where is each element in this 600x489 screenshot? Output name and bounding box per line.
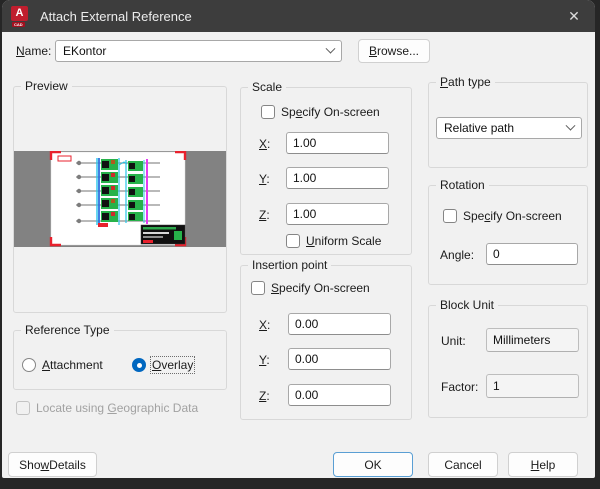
insertion-specify-row: Specify On-screen bbox=[251, 281, 370, 295]
reference-type-group-title: Reference Type bbox=[21, 323, 114, 337]
autocad-logo-icon: A CAD bbox=[11, 6, 30, 27]
attach-xref-dialog: A CAD Attach External Reference ✕ Name: … bbox=[2, 0, 595, 478]
scale-x-label: X: bbox=[259, 137, 270, 151]
overlay-radio[interactable] bbox=[132, 358, 146, 372]
preview-group: Preview bbox=[13, 86, 227, 313]
close-icon: ✕ bbox=[568, 8, 580, 25]
reference-type-group: Reference Type Attachment Overlay bbox=[13, 330, 227, 390]
name-combobox-value: EKontor bbox=[63, 44, 327, 58]
scale-x-input[interactable] bbox=[286, 132, 389, 154]
path-type-combobox[interactable]: Relative path bbox=[436, 117, 582, 139]
scale-z-label: Z: bbox=[259, 208, 270, 222]
path-type-group-title: Path type bbox=[436, 75, 495, 89]
insertion-specify-label: Specify On-screen bbox=[271, 281, 370, 295]
close-button[interactable]: ✕ bbox=[553, 0, 595, 32]
ok-button[interactable]: OK bbox=[333, 452, 413, 477]
insertion-point-group: Insertion point Specify On-screen X: Y: … bbox=[240, 265, 412, 420]
insertion-y-label: Y: bbox=[259, 353, 270, 367]
unit-label: Unit: bbox=[441, 334, 466, 348]
factor-label: Factor: bbox=[441, 380, 478, 394]
rotation-group-title: Rotation bbox=[436, 178, 489, 192]
preview-group-title: Preview bbox=[21, 79, 72, 93]
geographic-data-row: Locate using Geographic Data bbox=[16, 401, 198, 415]
scale-specify-label: Specify On-screen bbox=[281, 105, 380, 119]
name-label: Name: bbox=[16, 44, 51, 58]
unit-field bbox=[486, 328, 579, 352]
autocad-logo-cad-tag: CAD bbox=[12, 22, 25, 27]
window-title: Attach External Reference bbox=[40, 9, 192, 24]
chevron-down-icon bbox=[566, 120, 576, 130]
title-bar[interactable]: A CAD Attach External Reference ✕ bbox=[2, 0, 595, 32]
rotation-specify-checkbox[interactable] bbox=[443, 209, 457, 223]
scale-group: Scale Specify On-screen X: Y: Z: Uniform… bbox=[240, 87, 412, 255]
insertion-x-label: X: bbox=[259, 318, 270, 332]
insertion-point-group-title: Insertion point bbox=[248, 258, 331, 272]
uniform-scale-label: Uniform Scale bbox=[306, 234, 381, 248]
rotation-group: Rotation Specify On-screen Angle: bbox=[428, 185, 588, 285]
scale-specify-row: Specify On-screen bbox=[261, 105, 380, 119]
preview-image bbox=[14, 151, 226, 247]
attachment-radio-row: Attachment bbox=[22, 358, 103, 372]
name-combobox[interactable]: EKontor bbox=[55, 40, 342, 62]
chevron-down-icon bbox=[326, 43, 336, 53]
insertion-x-input[interactable] bbox=[288, 313, 391, 335]
block-unit-group: Block Unit Unit: Factor: bbox=[428, 305, 588, 418]
screen-background: A CAD Attach External Reference ✕ Name: … bbox=[0, 0, 600, 489]
autocad-logo-letter: A bbox=[11, 6, 28, 21]
scale-y-label: Y: bbox=[259, 172, 270, 186]
scale-y-input[interactable] bbox=[286, 167, 389, 189]
attachment-radio[interactable] bbox=[22, 358, 36, 372]
path-type-combobox-value: Relative path bbox=[444, 121, 567, 135]
geographic-data-label: Locate using Geographic Data bbox=[36, 401, 198, 415]
factor-field bbox=[486, 374, 579, 398]
insertion-z-input[interactable] bbox=[288, 384, 391, 406]
rotation-specify-row: Specify On-screen bbox=[443, 209, 562, 223]
attachment-radio-label: Attachment bbox=[42, 358, 103, 372]
insertion-specify-checkbox[interactable] bbox=[251, 281, 265, 295]
scale-specify-checkbox[interactable] bbox=[261, 105, 275, 119]
overlay-radio-label: Overlay bbox=[152, 358, 193, 372]
path-type-group: Path type Relative path bbox=[428, 82, 588, 168]
geographic-data-checkbox bbox=[16, 401, 30, 415]
show-details-button[interactable]: Show Details bbox=[8, 452, 97, 477]
overlay-radio-row: Overlay bbox=[132, 358, 193, 372]
insertion-z-label: Z: bbox=[259, 389, 270, 403]
angle-label: Angle: bbox=[440, 248, 474, 262]
insertion-y-input[interactable] bbox=[288, 348, 391, 370]
uniform-scale-checkbox[interactable] bbox=[286, 234, 300, 248]
help-button[interactable]: Help bbox=[508, 452, 578, 477]
browse-button[interactable]: Browse... bbox=[358, 39, 430, 63]
block-unit-group-title: Block Unit bbox=[436, 298, 498, 312]
uniform-scale-row: Uniform Scale bbox=[286, 234, 381, 248]
angle-input[interactable] bbox=[486, 243, 578, 265]
cancel-button[interactable]: Cancel bbox=[428, 452, 498, 477]
rotation-specify-label: Specify On-screen bbox=[463, 209, 562, 223]
scale-group-title: Scale bbox=[248, 80, 286, 94]
scale-z-input[interactable] bbox=[286, 203, 389, 225]
